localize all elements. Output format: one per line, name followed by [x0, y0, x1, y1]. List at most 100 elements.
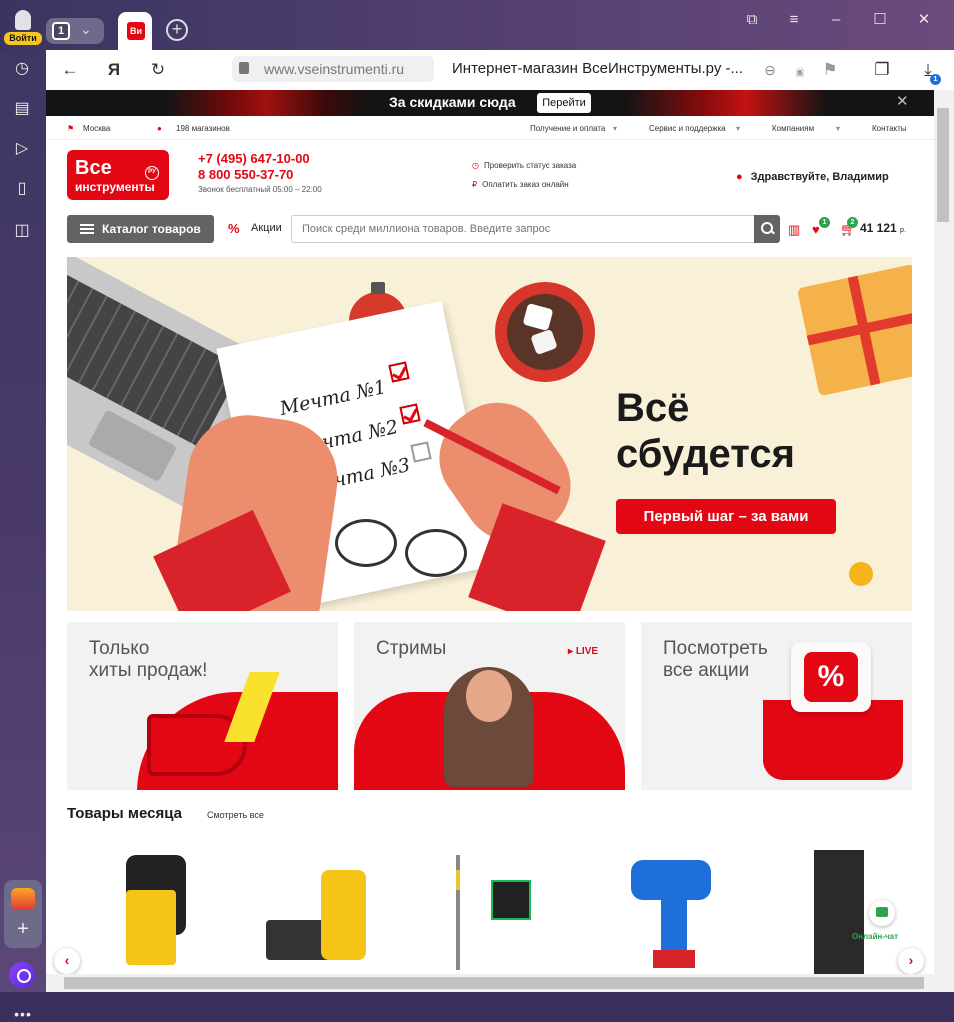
- pay-online-link[interactable]: ₽ Оплатить заказ онлайн: [472, 180, 569, 189]
- maximize-button[interactable]: ☐: [866, 8, 894, 32]
- see-all-link[interactable]: Смотреть все: [207, 810, 264, 820]
- carousel-next-button[interactable]: ›: [898, 948, 924, 974]
- user-greeting[interactable]: ● Здравствуйте, Владимир: [736, 171, 889, 183]
- catalog-label: Каталог товаров: [102, 222, 201, 236]
- page-title: Интернет-магазин ВсеИнструменты.ру -...: [452, 60, 744, 77]
- tile-title: Только хиты продаж!: [89, 638, 208, 681]
- promo-banner[interactable]: За скидками сюда Перейти ✕: [46, 90, 934, 116]
- chat-icon[interactable]: [869, 900, 895, 926]
- streamer-face: [466, 670, 512, 722]
- protect-count: 6: [796, 70, 804, 77]
- bulb-illustration: [849, 562, 873, 586]
- product-image: [631, 860, 711, 900]
- minimize-button[interactable]: –: [822, 8, 850, 32]
- history-icon[interactable]: ◷: [11, 58, 33, 80]
- contacts-link[interactable]: Контакты: [872, 124, 907, 133]
- tile-title: Посмотреть все акции: [663, 638, 768, 681]
- close-window-button[interactable]: ✕: [910, 8, 938, 32]
- search-button[interactable]: [754, 215, 780, 243]
- scroll-thumb[interactable]: [937, 108, 949, 222]
- top-links-bar: ⚑ Москва ● 198 магазинов Получение и опл…: [46, 116, 934, 140]
- cart-total[interactable]: 41 121 р.: [860, 221, 906, 235]
- tab-icon[interactable]: ▯: [11, 178, 33, 200]
- stores-link[interactable]: 198 магазинов: [176, 124, 230, 133]
- favorites-badge: 1: [819, 217, 830, 228]
- delivery-link[interactable]: Получение и оплата: [530, 124, 605, 133]
- city-link[interactable]: Москва: [83, 124, 110, 133]
- bookmarks-icon[interactable]: ▤: [11, 98, 33, 120]
- promo-go-button[interactable]: Перейти: [537, 93, 591, 113]
- currency: р.: [900, 227, 906, 234]
- back-arrow-icon[interactable]: ←: [58, 58, 82, 82]
- logo-ru: РУ: [145, 166, 159, 180]
- vertical-scrollbar[interactable]: [934, 90, 954, 974]
- screenshot-icon[interactable]: ◫: [11, 220, 33, 242]
- play-icon[interactable]: ▷: [11, 138, 33, 160]
- hero-cta-button[interactable]: Первый шаг – за вами: [616, 499, 836, 534]
- alice-assistant-icon[interactable]: [9, 962, 35, 988]
- service-link[interactable]: Сервис и поддержка: [649, 124, 726, 133]
- address-bar[interactable]: www.vseinstrumenti.ru: [232, 56, 434, 82]
- flag-icon: ⚑: [67, 124, 75, 133]
- product-card[interactable]: [436, 850, 556, 974]
- horizontal-scrollbar[interactable]: [46, 974, 954, 992]
- bookmark-icon[interactable]: ⚑: [818, 58, 842, 82]
- product-card[interactable]: [86, 850, 206, 974]
- mail-app-icon[interactable]: [11, 888, 35, 910]
- product-card[interactable]: [601, 850, 721, 974]
- more-icon[interactable]: •••: [8, 1006, 38, 1022]
- login-label: Войти: [4, 32, 42, 45]
- gift-illustration: [796, 263, 912, 397]
- product-card[interactable]: [256, 850, 376, 974]
- pay-online-label: Оплатить заказ онлайн: [482, 180, 569, 189]
- search-input[interactable]: [291, 215, 755, 243]
- tile-bestsellers[interactable]: Только хиты продаж!: [67, 622, 338, 790]
- check-order-label: Проверить статус заказа: [483, 161, 577, 170]
- download-badge: 1: [930, 74, 941, 85]
- phone-2[interactable]: 8 800 550-37-70: [198, 167, 293, 182]
- product-image: [653, 950, 695, 968]
- compare-icon[interactable]: ▥: [788, 222, 800, 238]
- user-avatar-icon: [15, 10, 31, 30]
- active-tab[interactable]: Ви: [118, 12, 152, 50]
- checkbox-checked-icon: [388, 361, 410, 383]
- zoom-icon[interactable]: ⊖: [758, 58, 782, 82]
- new-tab-button[interactable]: +: [166, 19, 188, 41]
- promo-link[interactable]: Акции: [251, 222, 282, 234]
- carousel-prev-button[interactable]: ‹: [54, 948, 80, 974]
- companies-link[interactable]: Компаниям: [772, 124, 814, 133]
- scroll-thumb[interactable]: [64, 977, 924, 989]
- checkbox-empty-icon: [410, 441, 432, 463]
- reload-icon[interactable]: ↻: [146, 58, 170, 82]
- bookmarks-panel-icon[interactable]: ⧉: [738, 8, 766, 32]
- hero-banner[interactable]: Мечта №1 Мечта №2 Мечта №3 Всё сбудется …: [67, 257, 912, 611]
- close-icon[interactable]: ✕: [896, 92, 909, 110]
- collections-icon[interactable]: ❐: [870, 58, 894, 82]
- hamburger-icon: [80, 224, 94, 234]
- check-order-link[interactable]: ◷ Проверить статус заказа: [472, 161, 576, 170]
- cart-total-value: 41 121: [860, 221, 897, 235]
- tile-streams[interactable]: Стримы ▸ LIVE: [354, 622, 625, 790]
- url-text: www.vseinstrumenti.ru: [264, 61, 405, 77]
- basket-illustration: [763, 700, 903, 780]
- percent-icon: %: [228, 221, 240, 236]
- site-logo[interactable]: Все инструменты РУ: [67, 150, 169, 200]
- chevron-down-icon: ▾: [836, 124, 841, 133]
- product-image: [456, 870, 460, 890]
- yandex-icon[interactable]: Я: [102, 58, 126, 82]
- chevron-down-icon: ⌄: [80, 21, 92, 37]
- add-app-icon[interactable]: +: [4, 918, 42, 941]
- glasses-illustration: [405, 529, 467, 577]
- phone-1[interactable]: +7 (495) 647-10-00: [198, 151, 310, 166]
- tile-all-promos[interactable]: % Посмотреть все акции: [641, 622, 912, 790]
- tab-counter-button[interactable]: 1 ⌄: [46, 18, 104, 44]
- chat-label[interactable]: Онлайн-чат: [852, 932, 898, 941]
- location-pin-icon: ●: [157, 124, 162, 133]
- lock-icon: [239, 62, 249, 74]
- catalog-button[interactable]: Каталог товаров: [67, 215, 214, 243]
- menu-icon[interactable]: ≡: [780, 8, 808, 32]
- glasses-illustration: [335, 519, 397, 567]
- login-button[interactable]: Войти: [4, 10, 42, 46]
- browser-toolbar: ← Я ↻ www.vseinstrumenti.ru Интернет-маг…: [46, 50, 954, 90]
- user-icon: ●: [736, 171, 743, 183]
